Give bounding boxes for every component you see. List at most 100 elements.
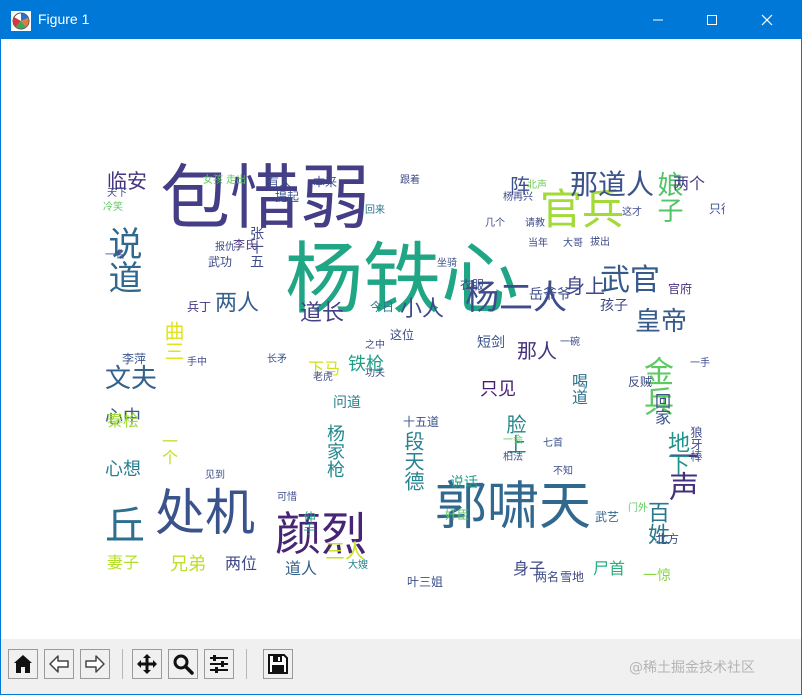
maximize-button[interactable] — [689, 1, 735, 39]
back-button[interactable] — [44, 649, 74, 679]
cloud-word: 杨家枪 — [324, 424, 345, 478]
minimize-icon — [653, 19, 663, 21]
minimize-button[interactable] — [635, 1, 681, 39]
cloud-word: 有人 — [267, 175, 292, 189]
cloud-word: 处机 — [155, 484, 255, 542]
cloud-word: 门外 — [628, 503, 648, 514]
cloud-word: 女孩 走出 — [203, 175, 247, 186]
title-bar[interactable]: Figure 1 — [1, 1, 801, 39]
cloud-word: 请教 — [525, 218, 545, 229]
cloud-word: 雪地 — [560, 570, 585, 584]
cloud-word: 不知 — [553, 466, 573, 477]
cloud-word: 拔出 — [590, 237, 610, 248]
cloud-word: 当年 — [528, 238, 548, 249]
cloud-word: 岳爷爷 — [529, 287, 571, 303]
figure-canvas[interactable]: 杨铁心 包惜弱 郭啸天 处机 颜烈 官兵 说道丘杨二人 那道人 娘子 武官 金兵 一声 百姓 皇帝 文夫 两人… — [1, 39, 801, 639]
cloud-word: 回家 — [652, 393, 671, 425]
maximize-icon — [707, 15, 717, 25]
cloud-word: 冷笑 — [103, 202, 123, 213]
toolbar-separator — [122, 649, 123, 679]
cloud-word: 回来 — [365, 205, 385, 216]
cloud-word: 文夫 — [105, 364, 158, 394]
cloud-word: 功夫 — [365, 368, 385, 379]
cloud-word: 奸臣 — [445, 508, 470, 522]
cloud-word: 两名 — [535, 570, 560, 584]
cloud-word: 喝道 — [569, 373, 588, 405]
cloud-word: 这才 — [622, 207, 642, 218]
cloud-word: 桕法 — [503, 452, 523, 463]
magnifier-icon — [173, 654, 194, 675]
arrow-right-icon — [85, 655, 105, 673]
move-icon — [137, 654, 157, 674]
cloud-word: 那道人 — [570, 168, 655, 201]
cloud-word: 三人 — [325, 539, 365, 563]
watermark-text: @稀土掘金技术社区 — [629, 660, 755, 676]
cloud-word: 孩子 — [600, 298, 628, 314]
cloud-word: 曲三 — [161, 321, 185, 361]
cloud-word: 一个 — [159, 433, 178, 465]
cloud-word: 几个 — [485, 218, 505, 229]
cloud-word: 提起 — [275, 190, 300, 204]
cloud-word: 官府 — [668, 282, 693, 296]
zoom-button[interactable] — [168, 649, 198, 679]
cloud-word: 只见 — [480, 379, 516, 400]
cloud-word: 道人 — [285, 559, 318, 578]
cloud-word: 两人 — [215, 291, 260, 316]
cloud-word: 丘 — [105, 503, 145, 549]
cloud-word: 跟着 — [400, 175, 420, 186]
cloud-word: 本来 — [313, 175, 338, 189]
cloud-word: 脸上 — [503, 414, 527, 454]
cloud-word: 七首 — [543, 438, 563, 449]
cloud-word: 武官 — [600, 263, 660, 298]
pan-button[interactable] — [132, 649, 162, 679]
floppy-disk-icon — [268, 654, 288, 674]
cloud-word: 叶三姐 — [407, 575, 444, 589]
cloud-word: 报仇 — [215, 242, 235, 253]
cloud-word: 杨再兴 — [503, 192, 533, 203]
cloud-word: 兄弟 — [170, 554, 206, 575]
home-icon — [14, 655, 32, 673]
cloud-word: 小人 — [400, 297, 445, 322]
cloud-word: 心想 — [105, 459, 141, 480]
cloud-word: 只得 — [709, 202, 725, 216]
word-cloud: 杨铁心 包惜弱 郭啸天 处机 颜烈 官兵 说道丘杨二人 那道人 娘子 武官 金兵 一声 百姓 皇帝 文夫 两人… — [95, 131, 725, 591]
forward-button[interactable] — [80, 649, 110, 679]
cloud-word: 之中 — [365, 340, 385, 351]
cloud-word: 皇帝 — [635, 307, 688, 337]
configure-subplots-button[interactable] — [204, 649, 234, 679]
cloud-word: 长矛 — [267, 354, 287, 365]
toolbar-separator — [246, 649, 247, 679]
cloud-word: 十五道 — [403, 415, 440, 429]
cloud-word: 今日 — [370, 300, 395, 314]
cloud-word: 反贼 — [628, 375, 653, 389]
cloud-word: 地下 — [664, 431, 689, 475]
cloud-word: 一手 — [690, 358, 710, 369]
cloud-word: 两个 — [673, 174, 706, 193]
cloud-word: 这位 — [390, 328, 415, 342]
cloud-word: 大哥 — [563, 238, 583, 249]
save-button[interactable] — [263, 649, 293, 679]
cloud-word: 李萍 — [122, 352, 147, 366]
cloud-word: 说话 — [450, 475, 478, 491]
cloud-word: 段天德 — [401, 431, 425, 491]
cloud-word: 一会 — [503, 435, 523, 446]
home-button[interactable] — [8, 649, 38, 679]
cloud-word: 可惜 — [277, 492, 297, 503]
cloud-word: 尸首 — [593, 559, 626, 578]
cloud-word: 妻子 — [107, 553, 140, 572]
close-button[interactable] — [744, 1, 790, 39]
cloud-word: 伸手 — [302, 511, 316, 535]
close-icon — [761, 14, 773, 26]
cloud-word: 衣服 — [460, 278, 485, 292]
cloud-word: 坐骑 — [437, 258, 457, 269]
cloud-word: 手中 — [187, 357, 207, 368]
cloud-word: 武功 — [208, 255, 233, 269]
arrow-left-icon — [49, 655, 69, 673]
cloud-word: 一名 — [105, 250, 125, 261]
cloud-word: 问道 — [333, 395, 361, 411]
cloud-word: 秦桧 — [107, 411, 140, 430]
cloud-word: 见到 — [205, 470, 225, 481]
cloud-word: 短剑 — [477, 335, 505, 351]
matplotlib-app-icon — [11, 11, 31, 31]
cloud-word: 一惊 — [643, 568, 671, 584]
